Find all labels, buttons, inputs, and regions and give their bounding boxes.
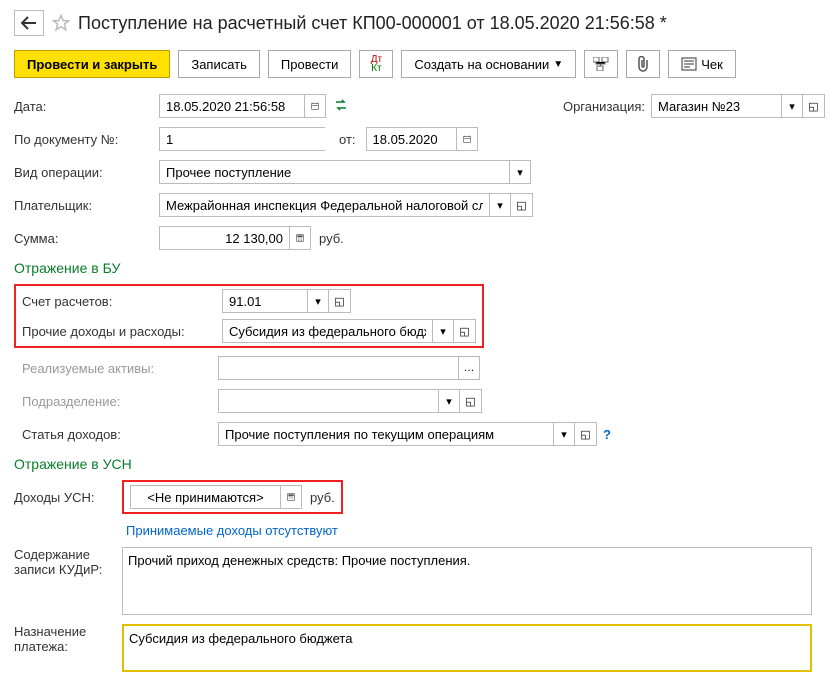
more-icon: … <box>464 362 475 374</box>
back-button[interactable] <box>14 10 44 36</box>
highlight-box-usn: руб. <box>122 480 343 514</box>
other-input[interactable] <box>222 319 432 343</box>
acc-label: Счет расчетов: <box>22 294 222 309</box>
subdiv-input[interactable] <box>218 389 438 413</box>
other-open-button[interactable]: ◱ <box>454 319 476 343</box>
highlight-box-bu: Счет расчетов: ▾ ◱ Прочие доходы и расхо… <box>14 284 484 348</box>
org-label: Организация: <box>563 99 645 114</box>
from-label: от: <box>339 132 356 147</box>
page-title: Поступление на расчетный счет КП00-00000… <box>78 13 667 34</box>
income-open-button[interactable]: ◱ <box>575 422 597 446</box>
chevron-down-icon: ▾ <box>561 428 567 441</box>
org-input[interactable] <box>651 94 781 118</box>
income-input[interactable] <box>218 422 553 446</box>
usn-incomes-link[interactable]: Принимаемые доходы отсутствуют <box>126 523 338 538</box>
subdiv-dropdown-button[interactable]: ▾ <box>438 389 460 413</box>
sum-currency: руб. <box>319 231 344 246</box>
chevron-down-icon: ▾ <box>446 395 452 408</box>
post-button[interactable]: Провести <box>268 50 352 78</box>
usn-section-title: Отражение в УСН <box>14 456 825 472</box>
post-and-close-button[interactable]: Провести и закрыть <box>14 50 170 78</box>
assets-label: Реализуемые активы: <box>14 361 214 376</box>
chevron-down-icon: ▾ <box>789 100 795 113</box>
kudir-label: Содержание записи КУДиР: <box>14 547 122 577</box>
structure-icon <box>593 57 609 71</box>
open-icon: ◱ <box>580 428 590 441</box>
other-dropdown-button[interactable]: ▾ <box>432 319 454 343</box>
from-date-picker-button[interactable] <box>456 127 478 151</box>
payer-open-button[interactable]: ◱ <box>511 193 533 217</box>
date-picker-button[interactable] <box>304 94 326 118</box>
op-input[interactable] <box>159 160 509 184</box>
payer-label: Плательщик: <box>14 198 159 213</box>
bu-section-title: Отражение в БУ <box>14 260 825 276</box>
open-icon: ◱ <box>808 100 818 113</box>
open-icon: ◱ <box>459 325 469 338</box>
acc-dropdown-button[interactable]: ▾ <box>307 289 329 313</box>
usn-input[interactable] <box>130 485 280 509</box>
arrow-left-icon <box>21 16 37 30</box>
open-icon: ◱ <box>334 295 344 308</box>
save-button[interactable]: Записать <box>178 50 260 78</box>
sum-calc-button[interactable] <box>289 226 311 250</box>
calculator-icon <box>287 491 295 503</box>
chevron-down-icon: ▾ <box>315 295 321 308</box>
subdiv-label: Подразделение: <box>14 394 214 409</box>
usn-label: Доходы УСН: <box>14 490 122 505</box>
open-icon: ◱ <box>465 395 475 408</box>
income-label: Статья доходов: <box>14 427 214 442</box>
calendar-icon <box>311 100 319 112</box>
chevron-down-icon: ▾ <box>497 199 503 212</box>
op-label: Вид операции: <box>14 165 159 180</box>
usn-currency: руб. <box>310 490 335 505</box>
acc-open-button[interactable]: ◱ <box>329 289 351 313</box>
subdiv-open-button[interactable]: ◱ <box>460 389 482 413</box>
attach-button[interactable] <box>626 50 660 78</box>
income-dropdown-button[interactable]: ▾ <box>553 422 575 446</box>
docnum-label: По документу №: <box>14 132 159 147</box>
sync-icon[interactable] <box>334 98 348 115</box>
star-icon[interactable] <box>52 14 70 32</box>
docnum-input[interactable] <box>159 127 325 151</box>
check-label: Чек <box>701 57 723 72</box>
dtkt-button[interactable]: ДтКт <box>359 50 393 78</box>
date-input[interactable] <box>159 94 304 118</box>
structure-button[interactable] <box>584 50 618 78</box>
calculator-icon <box>296 232 304 244</box>
receipt-icon <box>681 57 697 71</box>
assets-input[interactable] <box>218 356 458 380</box>
sum-input[interactable] <box>159 226 289 250</box>
chevron-down-icon: ▾ <box>440 325 446 338</box>
calendar-icon <box>463 133 471 145</box>
chevron-down-icon: ▼ <box>553 59 563 70</box>
purpose-textarea[interactable] <box>122 624 812 672</box>
check-button[interactable]: Чек <box>668 50 736 78</box>
op-dropdown-button[interactable]: ▾ <box>509 160 531 184</box>
purpose-label: Назначение платежа: <box>14 624 122 654</box>
from-date-input[interactable] <box>366 127 456 151</box>
payer-input[interactable] <box>159 193 489 217</box>
sum-label: Сумма: <box>14 231 159 246</box>
paperclip-icon <box>636 56 650 72</box>
create-based-on-button[interactable]: Создать на основании ▼ <box>401 50 576 78</box>
org-dropdown-button[interactable]: ▾ <box>781 94 803 118</box>
org-open-button[interactable]: ◱ <box>803 94 825 118</box>
other-label: Прочие доходы и расходы: <box>22 324 222 339</box>
usn-calc-button[interactable] <box>280 485 302 509</box>
income-help-button[interactable]: ? <box>603 427 611 442</box>
acc-input[interactable] <box>222 289 307 313</box>
create-based-label: Создать на основании <box>414 57 549 72</box>
kudir-textarea[interactable] <box>122 547 812 615</box>
payer-dropdown-button[interactable]: ▾ <box>489 193 511 217</box>
assets-more-button[interactable]: … <box>458 356 480 380</box>
date-label: Дата: <box>14 99 159 114</box>
chevron-down-icon: ▾ <box>517 166 523 179</box>
open-icon: ◱ <box>516 199 526 212</box>
